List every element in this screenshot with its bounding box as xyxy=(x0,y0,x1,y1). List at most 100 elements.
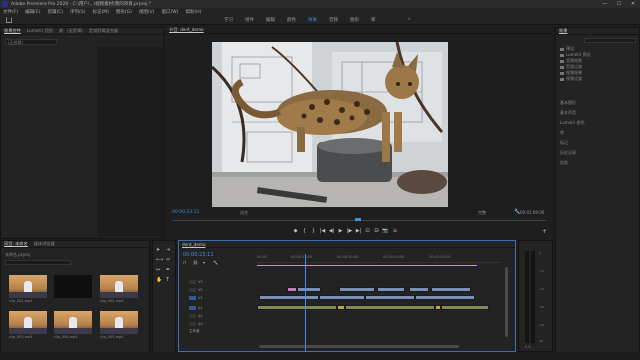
slip-tool-icon[interactable]: ↔ xyxy=(156,267,160,273)
menu-marker[interactable]: 标记(M) xyxy=(93,9,109,15)
clip-thumbnail[interactable] xyxy=(100,275,138,298)
audio-clip[interactable] xyxy=(345,305,435,310)
go-to-out-button[interactable]: ▶| xyxy=(354,228,363,234)
panel-libraries[interactable]: 库 xyxy=(560,130,564,136)
audio-clip[interactable] xyxy=(337,305,345,310)
program-playhead[interactable] xyxy=(355,218,361,221)
menu-window[interactable]: 窗口(W) xyxy=(162,9,179,15)
panel-history[interactable]: 历史记录 xyxy=(560,150,576,156)
audio-clip[interactable] xyxy=(257,305,337,310)
workspace-color[interactable]: 颜色 xyxy=(287,17,296,23)
track-target-toggle[interactable] xyxy=(189,313,196,318)
close-button[interactable]: ✕ xyxy=(626,0,640,8)
track-select-tool-icon[interactable]: ⇥ xyxy=(166,247,170,253)
maximize-button[interactable]: ☐ xyxy=(612,0,626,8)
razor-tool-icon[interactable]: ✂ xyxy=(166,257,170,263)
video-clip[interactable] xyxy=(339,287,375,292)
panel-info[interactable]: 信息 xyxy=(560,160,568,166)
timeline-timecode[interactable]: 00:00:23:11 xyxy=(183,252,214,258)
menu-help[interactable]: 帮助(H) xyxy=(185,9,201,15)
export-frame-button[interactable]: 📷 xyxy=(381,228,390,234)
video-clip[interactable] xyxy=(415,295,475,300)
selection-tool-icon[interactable]: ➤ xyxy=(156,247,160,253)
workspace-more-button[interactable]: » xyxy=(408,17,411,22)
minimize-button[interactable]: — xyxy=(598,0,612,8)
add-marker-icon[interactable]: ▾ xyxy=(203,260,205,265)
lift-button[interactable]: ⊡ xyxy=(363,228,372,234)
video-clip[interactable] xyxy=(377,287,405,292)
tab-project[interactable]: 项目: 未命名 xyxy=(4,241,28,247)
type-tool-icon[interactable]: T xyxy=(166,277,169,283)
audio-clip[interactable] xyxy=(441,305,489,310)
video-clip[interactable] xyxy=(431,287,471,292)
tab-program[interactable]: 节目: dent_demo xyxy=(169,27,204,33)
menu-sequence[interactable]: 序列(S) xyxy=(70,9,85,15)
video-clip[interactable] xyxy=(259,295,319,300)
panel-essential-sound[interactable]: 基本声音 xyxy=(560,110,576,116)
step-forward-button[interactable]: |▶ xyxy=(345,228,354,234)
button-editor-plus[interactable]: + xyxy=(542,228,547,235)
hand-tool-icon[interactable]: ✋ xyxy=(156,277,162,283)
track-target-toggle[interactable] xyxy=(189,295,196,300)
add-marker-button[interactable]: ◆ xyxy=(291,228,300,234)
menu-file[interactable]: 文件(F) xyxy=(3,9,18,15)
clip-dropdown[interactable]: (无剪辑) xyxy=(5,39,57,45)
workspace-editing[interactable]: 编辑 xyxy=(266,17,275,23)
tab-effect-controls[interactable]: 效果控件 xyxy=(4,28,21,34)
video-clip[interactable] xyxy=(365,295,415,300)
linked-selection-icon[interactable]: ⛓ xyxy=(193,260,198,265)
menu-clip[interactable]: 剪辑(C) xyxy=(47,9,63,15)
go-to-in-button[interactable]: |◀ xyxy=(318,228,327,234)
track-target-toggle[interactable] xyxy=(189,287,196,292)
mark-out-button[interactable]: } xyxy=(309,228,318,234)
play-button[interactable]: ▶ xyxy=(336,228,345,234)
clip-thumbnail[interactable] xyxy=(54,311,92,334)
timeline-ruler[interactable]: 00:00 00:00:15:00 00:00:30:00 00:00:45:0… xyxy=(257,255,501,263)
video-clip[interactable] xyxy=(287,287,297,292)
menu-graphics[interactable]: 图形(G) xyxy=(116,9,132,15)
ripple-edit-tool-icon[interactable]: ⟷ xyxy=(156,257,163,263)
video-clip[interactable] xyxy=(319,295,365,300)
track-target-toggle[interactable] xyxy=(189,279,196,284)
extract-button[interactable]: ⊟ xyxy=(372,228,381,234)
tree-video-transitions[interactable]: 视频过渡 xyxy=(560,76,582,82)
clip-thumbnail[interactable] xyxy=(54,275,92,298)
comparison-view-button[interactable]: ⇲ xyxy=(390,228,399,234)
workspace-audio[interactable]: 音频 xyxy=(329,17,338,23)
clip-thumbnail[interactable] xyxy=(9,311,47,334)
track-target-toggle[interactable] xyxy=(189,305,196,310)
fit-dropdown[interactable]: 适合 xyxy=(240,210,248,216)
timeline-vertical-scrollbar[interactable] xyxy=(505,267,508,337)
project-search-input[interactable] xyxy=(5,260,71,265)
mark-in-button[interactable]: { xyxy=(300,228,309,234)
tab-source[interactable]: 源：(无剪辑) xyxy=(59,28,83,34)
timeline-settings-icon[interactable]: 🔧 xyxy=(213,260,218,265)
workspace-assembly[interactable]: 组件 xyxy=(245,17,254,23)
tab-media-browser[interactable]: 媒体浏览器 xyxy=(34,241,55,247)
tab-audio-clip-mixer[interactable]: 音频剪辑混合器 xyxy=(89,28,118,34)
pen-tool-icon[interactable]: ✒ xyxy=(166,267,170,273)
timeline-playhead[interactable] xyxy=(305,254,306,352)
panel-lumetri-color[interactable]: Lumetri 颜色 xyxy=(560,120,585,126)
workspace-learn[interactable]: 学习 xyxy=(224,17,233,23)
program-timecode[interactable]: 00:00:23:11 xyxy=(172,210,199,215)
menu-edit[interactable]: 编辑(E) xyxy=(25,9,40,15)
tab-lumetri-scopes[interactable]: Lumetri 范围 xyxy=(27,28,53,34)
effects-search-input[interactable] xyxy=(584,38,636,43)
panel-essential-graphics[interactable]: 基本图形 xyxy=(560,100,576,106)
quality-dropdown[interactable]: 完整 xyxy=(478,210,486,216)
step-back-button[interactable]: ◀| xyxy=(327,228,336,234)
solo-buttons[interactable]: S S xyxy=(525,345,531,349)
workspace-libraries[interactable]: 库 xyxy=(371,17,376,23)
clip-thumbnail[interactable] xyxy=(100,311,138,334)
tab-sequence[interactable]: dent_demo xyxy=(182,242,206,247)
clip-thumbnail[interactable] xyxy=(9,275,47,298)
home-icon[interactable] xyxy=(6,17,12,23)
menu-view[interactable]: 视图(V) xyxy=(139,9,155,15)
tab-effects[interactable]: 效果 xyxy=(559,28,567,34)
panel-markers[interactable]: 标记 xyxy=(560,140,568,146)
video-clip[interactable] xyxy=(297,287,321,292)
track-target-toggle[interactable] xyxy=(189,321,196,326)
timeline-scrollbar[interactable] xyxy=(259,345,459,348)
snap-icon[interactable]: ⊓ xyxy=(183,260,186,265)
